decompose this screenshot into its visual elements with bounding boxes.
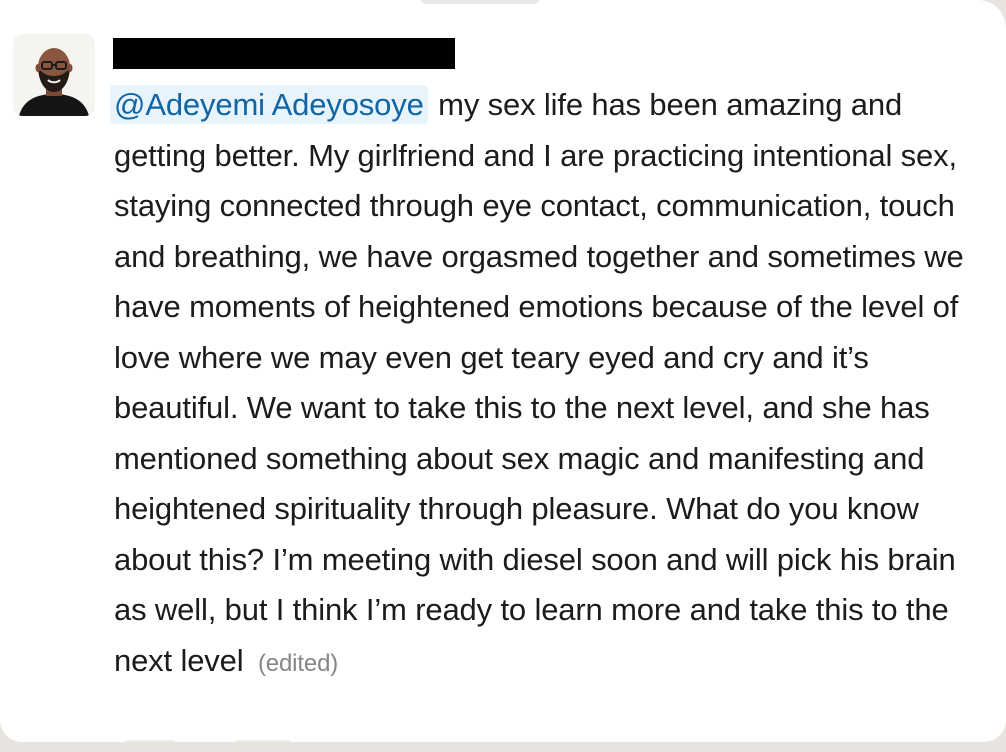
redacted-sender-name (113, 38, 455, 69)
message-text: my sex life has been amazing and getting… (114, 87, 964, 678)
top-edge-tab (420, 0, 540, 4)
user-mention[interactable]: @Adeyemi Adeyosoye (110, 85, 428, 124)
message-body: @Adeyemi Adeyosoye my sex life has been … (110, 80, 994, 689)
message-card: @Adeyemi Adeyosoye my sex life has been … (0, 0, 1006, 742)
reaction-pill[interactable] (122, 740, 178, 742)
avatar-image (13, 34, 95, 116)
avatar[interactable] (13, 34, 95, 116)
edited-label: (edited) (257, 649, 339, 677)
reaction-pill[interactable] (232, 740, 294, 742)
